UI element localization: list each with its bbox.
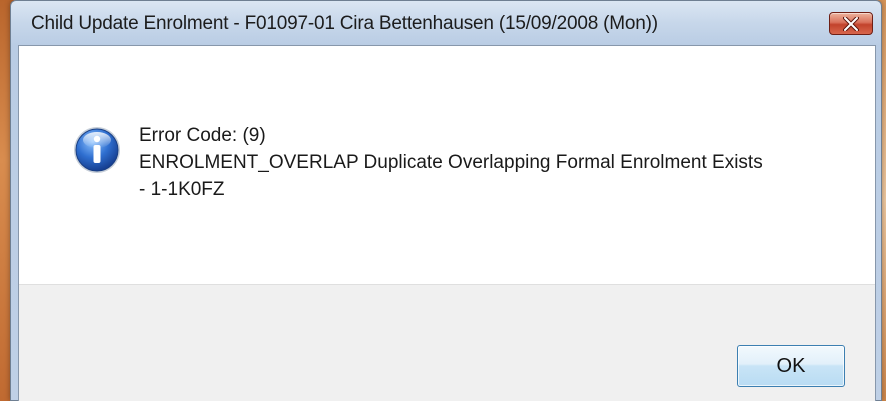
dialog-titlebar[interactable]: Child Update Enrolment - F01097-01 Cira … — [11, 1, 881, 45]
close-button[interactable] — [829, 12, 873, 35]
dialog-title: Child Update Enrolment - F01097-01 Cira … — [31, 13, 658, 34]
error-description-line: ENROLMENT_OVERLAP Duplicate Overlapping … — [139, 152, 763, 173]
error-dialog-window: Child Update Enrolment - F01097-01 Cira … — [10, 0, 882, 401]
error-message: Error Code: (9) ENROLMENT_OVERLAP Duplic… — [139, 122, 763, 203]
message-area: Error Code: (9) ENROLMENT_OVERLAP Duplic… — [19, 46, 875, 284]
close-x-icon — [843, 17, 859, 31]
dialog-button-bar: OK — [19, 284, 875, 401]
error-code-line: Error Code: (9) — [139, 125, 266, 146]
error-reference-line: - 1-1K0FZ — [139, 179, 225, 200]
dialog-client-area: Error Code: (9) ENROLMENT_OVERLAP Duplic… — [18, 45, 876, 401]
ok-button[interactable]: OK — [737, 345, 845, 387]
information-icon — [74, 127, 120, 173]
